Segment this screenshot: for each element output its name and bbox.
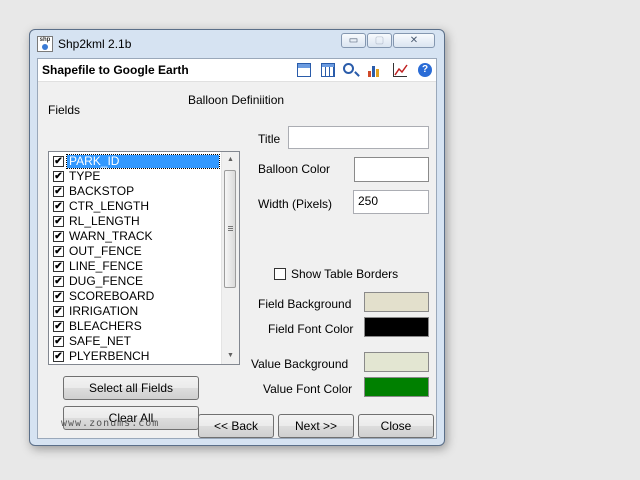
desktop: { "window": { "title": "Shp2kml 2.1b", "… — [0, 0, 640, 480]
field-name: TYPE — [69, 169, 101, 183]
table-icon[interactable] — [321, 63, 335, 77]
list-item[interactable]: ✔ IRRIGATION — [52, 304, 222, 319]
bar-chart-icon-bar — [368, 71, 371, 77]
field-checkbox[interactable]: ✔ — [53, 291, 64, 302]
width-label: Width (Pixels) — [258, 197, 333, 211]
list-item[interactable]: ✔ CTR_LENGTH — [52, 199, 222, 214]
field-name: CTR_LENGTH — [69, 199, 150, 213]
list-item[interactable]: ✔ RL_LENGTH — [52, 214, 222, 229]
client-area: Shapefile to Google Earth ? Balloon Defi… — [37, 58, 437, 439]
field-background-label: Field Background — [258, 297, 352, 311]
field-name: SAFE_NET — [69, 334, 132, 348]
title-label: Title — [258, 132, 281, 146]
select-all-fields-button[interactable]: Select all Fields — [63, 376, 199, 400]
field-font-color-swatch[interactable] — [364, 317, 429, 337]
field-name: SCOREBOARD — [69, 289, 155, 303]
list-item[interactable]: ✔ PARK_ID — [52, 154, 222, 169]
list-item[interactable]: ✔ TYPE — [52, 169, 222, 184]
line-chart-icon-svg — [394, 64, 408, 76]
bar-chart-icon[interactable] — [368, 63, 382, 77]
fields-label: Fields — [48, 103, 81, 117]
field-checkbox[interactable]: ✔ — [53, 201, 64, 212]
list-item[interactable]: ✔ SCOREBOARD — [52, 289, 222, 304]
zoom-icon-handle — [354, 71, 360, 77]
field-font-color-label: Field Font Color — [268, 322, 354, 336]
field-name: OUT_FENCE — [69, 244, 142, 258]
field-name: LINE_FENCE — [69, 259, 144, 273]
close-button[interactable]: Close — [358, 414, 434, 438]
list-item[interactable]: ✔ WARN_TRACK — [52, 229, 222, 244]
zoom-icon[interactable] — [343, 63, 354, 74]
title-input[interactable] — [288, 126, 429, 149]
field-name: BLEACHERS — [69, 319, 142, 333]
field-checkbox[interactable]: ✔ — [53, 231, 64, 242]
window-title: Shp2kml 2.1b — [58, 37, 132, 51]
value-font-color-swatch[interactable] — [364, 377, 429, 397]
list-item[interactable]: ✔ BLEACHERS — [52, 319, 222, 334]
list-item[interactable]: ✔ PLYERBENCH — [52, 349, 222, 364]
balloon-color-swatch[interactable] — [354, 157, 429, 182]
field-checkbox[interactable]: ✔ — [53, 276, 64, 287]
field-checkbox[interactable]: ✔ — [53, 246, 64, 257]
field-checkbox[interactable]: ✔ — [53, 321, 64, 332]
list-item[interactable]: ✔ SAFE_NET — [52, 334, 222, 349]
title-bar[interactable]: shp Shp2kml 2.1b ▭ ▢ ✕ — [30, 30, 444, 58]
field-name: RL_LENGTH — [69, 214, 140, 228]
app-icon-dot — [42, 44, 48, 50]
field-checkbox[interactable]: ✔ — [53, 261, 64, 272]
bar-chart-icon-bar — [372, 66, 375, 77]
section-title: Balloon Definiition — [188, 93, 285, 107]
show-table-borders-label: Show Table Borders — [291, 267, 399, 281]
list-item[interactable]: ✔ DUG_FENCE — [52, 274, 222, 289]
field-checkbox[interactable]: ✔ — [53, 336, 64, 347]
field-name: BACKSTOP — [69, 184, 135, 198]
header-title: Shapefile to Google Earth — [42, 63, 189, 77]
field-checkbox[interactable]: ✔ — [53, 351, 64, 362]
field-checkbox[interactable]: ✔ — [53, 306, 64, 317]
field-name: WARN_TRACK — [69, 229, 153, 243]
field-background-swatch[interactable] — [364, 292, 429, 312]
window-icon[interactable] — [297, 63, 311, 77]
scroll-thumb[interactable] — [224, 170, 236, 288]
bar-chart-icon-bar — [376, 69, 379, 77]
app-icon-text: shp — [39, 37, 51, 43]
maximize-button[interactable]: ▢ — [367, 33, 392, 48]
field-name: PARK_ID — [66, 154, 220, 169]
list-item[interactable]: ✔ LINE_FENCE — [52, 259, 222, 274]
value-background-label: Value Background — [251, 357, 349, 371]
app-icon: shp — [37, 36, 53, 52]
scroll-grip-icon — [228, 226, 233, 231]
balloon-color-label: Balloon Color — [258, 162, 331, 176]
field-checkbox[interactable]: ✔ — [53, 186, 64, 197]
fields-scrollbar[interactable]: ▲ ▼ — [221, 152, 239, 364]
next-button[interactable]: Next >> — [278, 414, 354, 438]
value-font-color-label: Value Font Color — [263, 382, 353, 396]
list-item[interactable]: ✔ OUT_FENCE — [52, 244, 222, 259]
close-window-button[interactable]: ✕ — [393, 33, 435, 48]
list-item[interactable]: ✔ BACKSTOP — [52, 184, 222, 199]
line-chart-icon[interactable] — [393, 63, 408, 77]
show-table-borders-checkbox[interactable] — [274, 268, 286, 280]
field-checkbox[interactable]: ✔ — [53, 216, 64, 227]
width-input[interactable]: 250 — [353, 190, 429, 214]
field-name: DUG_FENCE — [69, 274, 144, 288]
field-name: PLYERBENCH — [69, 349, 150, 363]
field-name: IRRIGATION — [69, 304, 139, 318]
header-band: Shapefile to Google Earth ? — [38, 59, 436, 82]
help-icon[interactable]: ? — [418, 63, 432, 77]
fields-list[interactable]: ✔ PARK_ID ✔ TYPE ✔ BACKSTOP ✔ CTR_LENGTH ✔ RL_LEN… — [48, 151, 240, 365]
field-checkbox[interactable]: ✔ — [53, 171, 64, 182]
app-window: shp Shp2kml 2.1b ▭ ▢ ✕ Shapefile to Goog… — [29, 29, 445, 446]
scroll-up-icon[interactable]: ▲ — [222, 152, 239, 168]
value-background-swatch[interactable] — [364, 352, 429, 372]
back-button[interactable]: << Back — [198, 414, 274, 438]
watermark-text: www.zonums.com — [61, 418, 160, 429]
minimize-button[interactable]: ▭ — [341, 33, 366, 48]
field-checkbox[interactable]: ✔ — [53, 156, 64, 167]
scroll-down-icon[interactable]: ▼ — [222, 348, 239, 364]
